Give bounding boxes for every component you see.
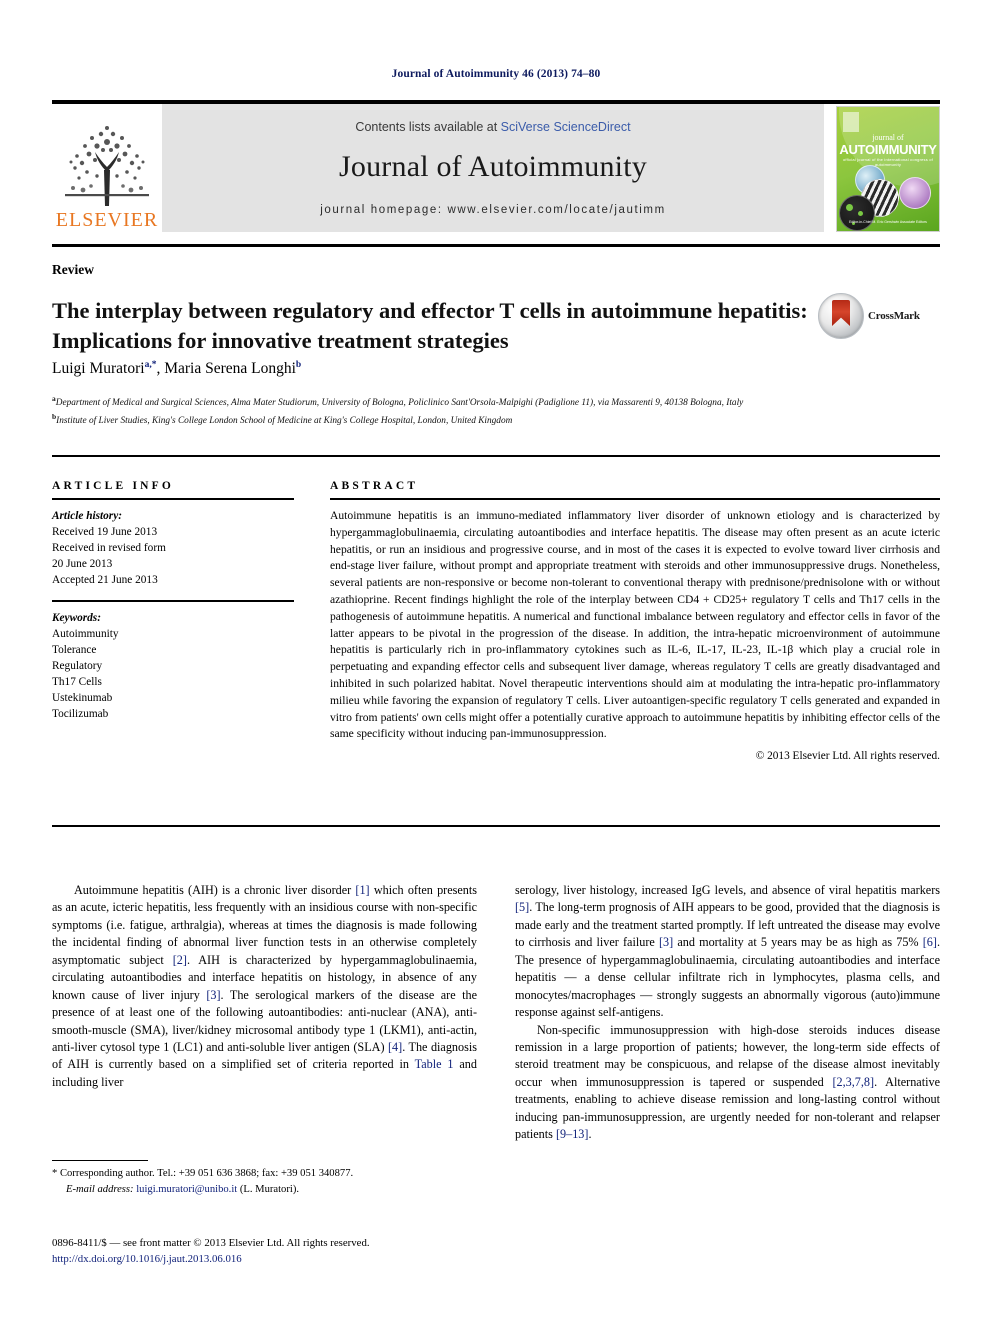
issn-copyright-line: 0896-8411/$ — see front matter © 2013 El… — [52, 1237, 370, 1249]
cover-subtitle: official journal of the international co… — [843, 157, 933, 167]
abstract-text: Autoimmune hepatitis is an immuno-mediat… — [330, 509, 940, 741]
journal-title: Journal of Autoimmunity — [339, 150, 647, 183]
footnote-block: * Corresponding author. Tel.: +39 051 63… — [52, 1166, 477, 1197]
crossmark-label: CrossMark — [868, 310, 920, 322]
doi-link[interactable]: http://dx.doi.org/10.1016/j.jaut.2013.06… — [52, 1252, 522, 1268]
running-head: Journal of Autoimmunity 46 (2013) 74–80 — [391, 68, 601, 80]
elsevier-logo: ELSEVIER — [52, 104, 162, 232]
affiliations: aDepartment of Medical and Surgical Scie… — [52, 393, 932, 429]
email-note: E-mail address: luigi.muratori@unibo.it … — [52, 1182, 477, 1198]
cover-elsevier-icon — [843, 112, 859, 132]
history-line: Accepted 21 June 2013 — [52, 574, 158, 587]
email-owner: (L. Muratori). — [239, 1183, 300, 1195]
masthead-bottom-rule — [52, 244, 940, 247]
abstract-copyright: © 2013 Elsevier Ltd. All rights reserved… — [755, 750, 940, 763]
footnote-separator — [52, 1160, 148, 1161]
corresponding-author-note: * Corresponding author. Tel.: +39 051 63… — [52, 1168, 354, 1179]
keyword-item: Th17 Cells — [52, 676, 102, 689]
affiliation-b: bInstitute of Liver Studies, King's Coll… — [52, 411, 513, 426]
email-link[interactable]: luigi.muratori@unibo.it — [136, 1184, 237, 1195]
history-line: 20 June 2013 — [52, 558, 113, 571]
body-column-right: serology, liver histology, increased IgG… — [515, 882, 940, 1144]
article-info-column: ARTICLE INFO Article history: Received 1… — [52, 480, 294, 722]
body-column-left: Autoimmune hepatitis (AIH) is a chronic … — [52, 882, 477, 1091]
journal-article-page: Journal of Autoimmunity 46 (2013) 74–80 — [0, 0, 992, 1323]
journal-masthead: ELSEVIER Contents lists available at Sci… — [52, 100, 940, 232]
keyword-item: Autoimmunity — [52, 628, 119, 641]
cover-large-title: AUTOIMMUNITY — [839, 142, 937, 157]
journal-homepage-link[interactable]: journal homepage: www.elsevier.com/locat… — [320, 204, 666, 216]
masthead-center: Contents lists available at SciVerse Sci… — [162, 104, 824, 232]
sciencedirect-link[interactable]: SciVerse ScienceDirect — [501, 120, 631, 134]
keywords-label: Keywords: — [52, 612, 101, 625]
body-paragraph: Autoimmune hepatitis (AIH) is a chronic … — [52, 883, 478, 1089]
keyword-item: Ustekinumab — [52, 692, 113, 705]
elsevier-wordmark: ELSEVIER — [55, 209, 159, 231]
page-footer: 0896-8411/$ — see front matter © 2013 El… — [52, 1236, 522, 1267]
article-type-label: Review — [52, 262, 94, 277]
crossmark-badge-group[interactable]: CrossMark — [818, 292, 928, 340]
author-list: Luigi Muratoria,*, Maria Serena Longhib — [52, 360, 302, 378]
crossmark-icon — [818, 293, 864, 339]
keywords-rule — [52, 600, 294, 603]
abstract-bottom-rule — [52, 825, 940, 827]
keyword-item: Tolerance — [52, 644, 97, 657]
article-info-heading: ARTICLE INFO — [52, 480, 175, 492]
history-line: Received in revised form — [52, 542, 166, 555]
history-line: Received 19 June 2013 — [52, 526, 158, 539]
abstract-rule — [330, 498, 940, 500]
email-address-label: E-mail address: — [66, 1183, 134, 1195]
keyword-item: Regulatory — [52, 660, 103, 673]
keywords-block: Keywords: Autoimmunity Tolerance Regulat… — [52, 610, 294, 722]
body-paragraph: serology, liver histology, increased IgG… — [515, 883, 940, 1020]
abstract-column: ABSTRACT Autoimmune hepatitis is an immu… — [330, 480, 940, 762]
elsevier-tree-icon — [57, 116, 157, 210]
article-history-block: Article history: Received 19 June 2013 R… — [52, 508, 294, 588]
abstract-heading: ABSTRACT — [330, 480, 419, 492]
affiliation-a: aDepartment of Medical and Surgical Scie… — [52, 394, 744, 409]
cover-cell-image-c — [899, 177, 931, 209]
cover-small-title: journal of — [872, 133, 904, 142]
contents-prefix: Contents lists available at — [355, 120, 501, 134]
journal-cover-thumbnail: journal of AUTOIMMUNITY official journal… — [836, 104, 940, 232]
cover-cell-image-d — [839, 195, 875, 231]
cover-footer-text: Editor-in-Chief M. Eric Gershwin Associa… — [849, 219, 927, 224]
page-title: The interplay between regulatory and eff… — [52, 298, 808, 353]
keyword-item: Tocilizumab — [52, 708, 109, 721]
body-paragraph: Non-specific immunosuppression with high… — [515, 1022, 940, 1142]
article-history-label: Article history: — [52, 510, 122, 522]
abstract-top-rule — [52, 455, 940, 457]
contents-lists-line: Contents lists available at SciVerse Sci… — [355, 120, 630, 134]
article-info-rule — [52, 498, 294, 500]
